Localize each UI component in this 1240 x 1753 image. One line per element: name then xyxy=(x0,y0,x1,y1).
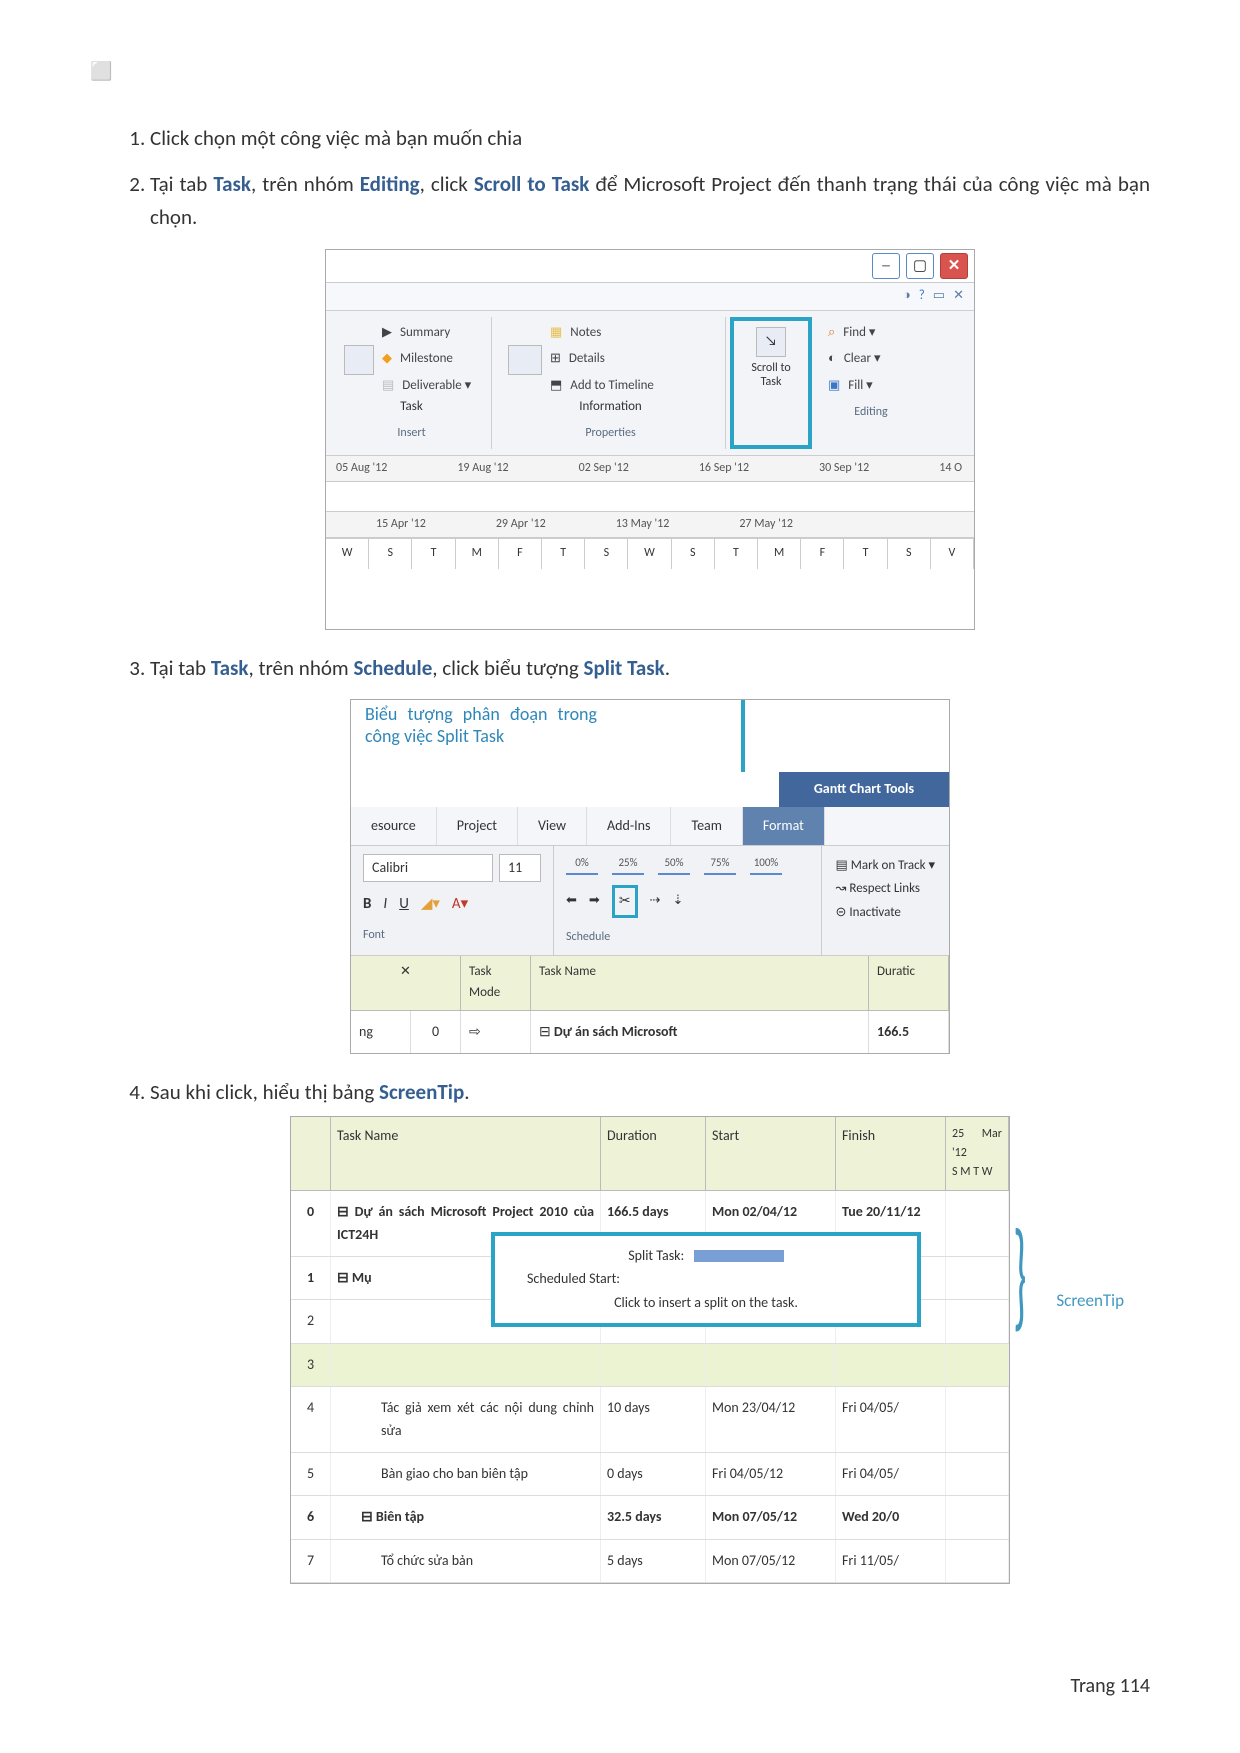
screentip-label: ScreenTip xyxy=(1056,1287,1124,1314)
timeline-btn[interactable]: ⬒Add to Timeline xyxy=(550,376,654,397)
details-btn[interactable]: ⊞Details xyxy=(550,349,605,370)
properties-group: Properties xyxy=(508,424,713,443)
step-3-text2: , trên nhóm xyxy=(248,655,353,681)
task-dropdown[interactable]: Task xyxy=(344,397,479,418)
kw-task2: Task xyxy=(211,655,249,681)
kw-split: Split Task xyxy=(584,655,665,681)
tip-bar-icon xyxy=(694,1250,784,1262)
kw-scrolltask: Scroll to Task xyxy=(474,171,590,197)
step-4: Sau khi click, hiểu thị bảng ScreenTip. … xyxy=(150,1076,1150,1584)
font-name-input[interactable]: Calibri xyxy=(363,854,493,882)
grid-row[interactable]: ng 0 ⇨ ⊟ Dự án sách Microsoft 166.5 xyxy=(351,1011,949,1053)
callout-line xyxy=(741,700,745,772)
tab-project[interactable]: Project xyxy=(437,807,518,845)
timeline-dates-top: 05 Aug '1219 Aug '1202 Sep '1216 Sep '12… xyxy=(326,456,974,482)
table-header: Task Name Duration Start Finish 25 Mar '… xyxy=(291,1117,1009,1192)
brace-icon: } xyxy=(1014,1215,1027,1335)
table-row-6[interactable]: 6⊟ Biên tập32.5 daysMon 07/05/12Wed 20/0 xyxy=(291,1496,1009,1539)
step-2-text: Tại tab xyxy=(150,171,213,197)
placeholder-symbol: ⬜ xyxy=(90,60,1150,82)
restore-icon[interactable]: ▭ xyxy=(933,286,945,307)
scroll-icon[interactable]: ↘ xyxy=(756,327,786,357)
information-icon[interactable] xyxy=(508,345,542,375)
clear-btn[interactable]: ◐Clear ▾ xyxy=(828,349,880,370)
figure-2-caption: Biểu tượng phân đoạn trong công việc Spl… xyxy=(351,700,611,772)
percent-buttons[interactable]: 0%25%50%75%100% xyxy=(566,854,809,876)
fill-btn[interactable]: ▣Fill ▾ xyxy=(828,376,873,397)
step-3-end: . xyxy=(665,655,670,681)
tip-sched: Scheduled Start: xyxy=(507,1267,905,1291)
mark-on-track-btn[interactable]: ▤ Mark on Track ▾ xyxy=(836,854,935,877)
unlink-icon[interactable]: ⇣ xyxy=(672,891,683,912)
day-header: WSTMFTSWSTMFTSV xyxy=(326,538,974,568)
tip-hint: Click to insert a split on the task. xyxy=(507,1291,905,1315)
notes-btn[interactable]: ▦Notes xyxy=(550,323,601,344)
insert-group: Insert xyxy=(344,424,479,443)
step-4-end: . xyxy=(464,1079,469,1105)
outdent-icon[interactable]: ⬅ xyxy=(566,891,577,912)
step-3: Tại tab Task, trên nhóm Schedule, click … xyxy=(150,652,1150,1055)
question-icon[interactable]: ? xyxy=(919,286,925,307)
tab-format[interactable]: Format xyxy=(743,807,825,845)
tab-resource[interactable]: esource xyxy=(351,807,437,845)
step-4-text: Sau khi click, hiểu thị bảng xyxy=(150,1079,379,1105)
kw-schedule: Schedule xyxy=(353,655,432,681)
link-icon[interactable]: ⇢ xyxy=(650,891,661,912)
screentip-popup: Split Task: Scheduled Start: Click to in… xyxy=(491,1232,921,1327)
figure-1-ribbon: ─ ▢ ✕ ◑ ? ▭ ✕ ▶Summary ◆Milestone xyxy=(325,249,975,630)
kw-screentip: ScreenTip xyxy=(379,1079,464,1105)
help-icon[interactable]: ◑ xyxy=(903,286,911,307)
gantt-tools-tab[interactable]: Gantt Chart Tools xyxy=(779,772,949,806)
font-style-buttons[interactable]: BIU ◢▾A▾ xyxy=(363,892,541,916)
tab-view[interactable]: View xyxy=(518,807,587,845)
tab-row: esource Project View Add-Ins Team Format xyxy=(351,807,949,846)
window-controls: ─ ▢ ✕ xyxy=(326,250,974,283)
font-group: Font xyxy=(363,926,541,945)
tip-title: Split Task: xyxy=(628,1247,684,1264)
help-row: ◑ ? ▭ ✕ xyxy=(326,283,974,311)
deliverable-btn[interactable]: ▤Deliverable ▾ xyxy=(382,376,471,397)
table-row-3[interactable]: 3 xyxy=(291,1344,1009,1387)
schedule-group: Schedule xyxy=(566,928,809,947)
step-2-text3: , click xyxy=(420,171,474,197)
grid-header: ✕ Task Mode Task Name Duratic xyxy=(351,956,949,1011)
steps-list: Click chọn một công việc mà bạn muốn chi… xyxy=(90,122,1150,1584)
summary-btn[interactable]: ▶Summary xyxy=(382,323,450,344)
step-3-text: Tại tab xyxy=(150,655,211,681)
find-btn[interactable]: ⌕Find ▾ xyxy=(828,323,875,344)
step-3-text3: , click biểu tượng xyxy=(432,655,583,681)
maximize-button[interactable]: ▢ xyxy=(906,253,934,279)
figure-3-table: Task Name Duration Start Finish 25 Mar '… xyxy=(290,1116,1010,1584)
tab-addins[interactable]: Add-Ins xyxy=(587,807,671,845)
font-size-input[interactable]: 11 xyxy=(499,854,541,882)
respect-links-btn[interactable]: ↝ Respect Links xyxy=(836,877,935,900)
information-label: Information xyxy=(508,397,713,418)
page-footer: Trang 114 xyxy=(1070,1674,1150,1698)
minimize-button[interactable]: ─ xyxy=(872,253,900,279)
table-row-7[interactable]: 7Tổ chức sửa bản5 daysMon 07/05/12Fri 11… xyxy=(291,1540,1009,1583)
figure-2-ribbon: Biểu tượng phân đoạn trong công việc Spl… xyxy=(350,699,950,1054)
step-2: Tại tab Task, trên nhóm Editing, click S… xyxy=(150,168,1150,630)
kw-editing: Editing xyxy=(360,171,420,197)
milestone-btn[interactable]: ◆Milestone xyxy=(382,349,453,370)
indent-icon[interactable]: ➡ xyxy=(589,891,600,912)
table-row-5[interactable]: 5Bàn giao cho ban biên tập0 daysFri 04/0… xyxy=(291,1453,1009,1496)
editing-group: Editing xyxy=(828,403,914,422)
kw-task: Task xyxy=(213,171,251,197)
table-row-4[interactable]: 4Tác giả xem xét các nội dung chỉnh sửa1… xyxy=(291,1387,1009,1453)
scroll-to-task-btn[interactable]: Scroll to Task xyxy=(746,361,796,390)
step-1: Click chọn một công việc mà bạn muốn chi… xyxy=(150,122,1150,156)
inactivate-btn[interactable]: ⊝ Inactivate xyxy=(836,901,935,924)
split-task-button[interactable]: ✂ xyxy=(612,885,638,917)
x-icon[interactable]: ✕ xyxy=(953,286,964,307)
tab-team[interactable]: Team xyxy=(671,807,742,845)
close-button[interactable]: ✕ xyxy=(940,253,968,279)
scroll-to-task-highlight: ↘ Scroll to Task xyxy=(730,317,812,449)
step-2-text2: , trên nhóm xyxy=(251,171,360,197)
timeline-dates-bottom: 15 Apr '1229 Apr '1213 May '1227 May '12 xyxy=(326,512,974,538)
